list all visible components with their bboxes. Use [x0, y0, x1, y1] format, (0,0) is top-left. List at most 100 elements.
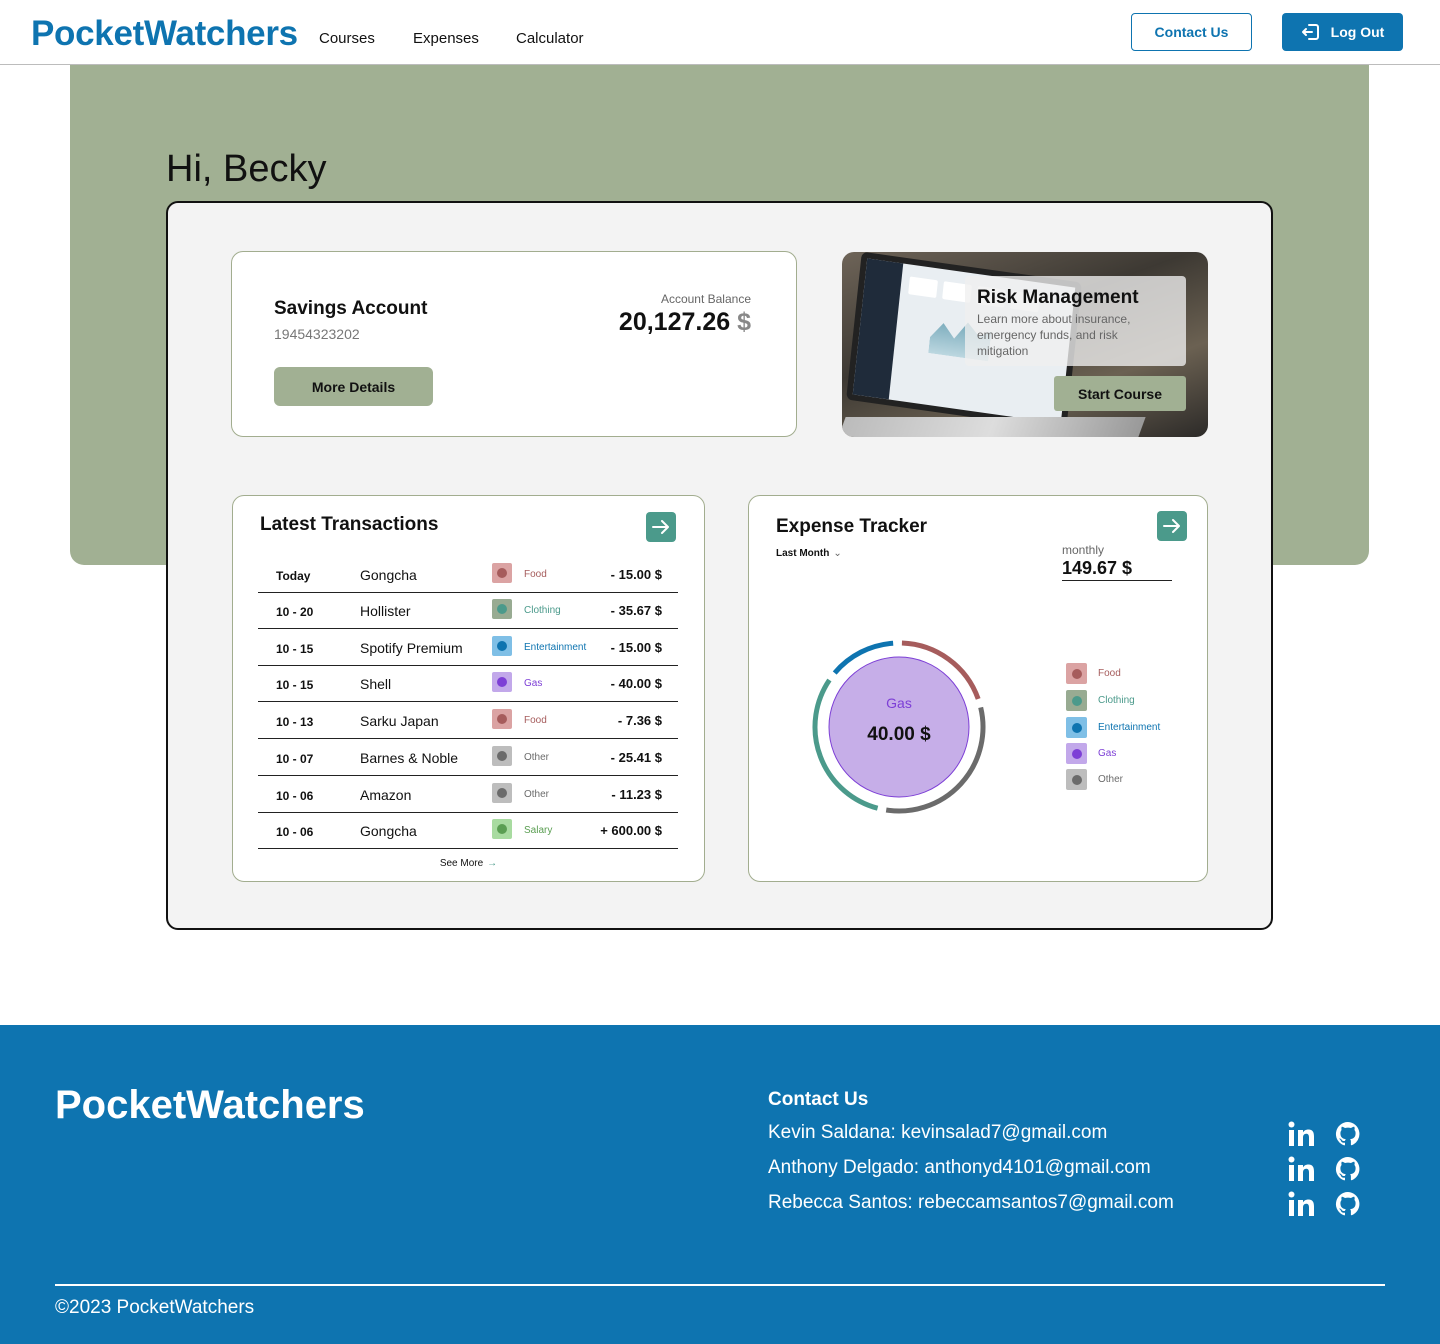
transaction-date: 10 - 13 [276, 715, 314, 729]
donut-center-value: 40.00 $ [867, 724, 931, 745]
transaction-row[interactable]: Today Gongcha Food - 15.00 $ [258, 556, 678, 593]
github-icon[interactable] [1334, 1120, 1362, 1148]
savings-title: Savings Account [274, 298, 428, 319]
transaction-name: Amazon [360, 787, 412, 803]
transaction-name: Shell [360, 676, 392, 692]
linkedin-icon[interactable] [1287, 1190, 1315, 1218]
transaction-name: Spotify Premium [360, 640, 463, 656]
logout-icon [1301, 24, 1319, 40]
transaction-row[interactable]: 10 - 20 Hollister Clothing - 35.67 $ [258, 592, 678, 629]
more-details-button[interactable]: More Details [274, 367, 433, 406]
legend-swatch [1066, 717, 1087, 738]
legend-label: Other [1098, 774, 1124, 785]
transaction-date: 10 - 06 [276, 789, 314, 803]
transaction-name: Sarku Japan [360, 713, 439, 729]
balance-value: 20,127.26 $ [619, 308, 751, 337]
legend-label: Gas [1098, 748, 1117, 759]
donut-center-label: Gas [886, 695, 912, 711]
legend-label: Food [1098, 668, 1121, 679]
transaction-category: Other [524, 752, 550, 763]
transaction-row[interactable]: 10 - 06 Amazon Other - 11.23 $ [258, 776, 678, 813]
copyright: ©2023 PocketWatchers [55, 1297, 255, 1318]
expense-tracker-card: Expense Tracker Last Month ⌄ monthly 149.… [748, 495, 1208, 882]
monthly-value: 149.67 $ [1062, 558, 1172, 581]
log-out-button[interactable]: Log Out [1282, 13, 1403, 51]
category-swatch [492, 819, 512, 839]
period-label: Last Month [776, 548, 830, 559]
transaction-category: Food [524, 715, 547, 726]
expense-donut-chart: Gas 40.00 $ [812, 640, 986, 814]
transaction-row[interactable]: 10 - 15 Spotify Premium Entertainment - 15.… [258, 629, 678, 666]
transaction-name: Barnes & Noble [360, 750, 459, 766]
risk-description: Learn more about insurance, emergency fu… [977, 312, 1131, 358]
transaction-date: 10 - 06 [276, 825, 314, 839]
savings-account-card: Savings Account 19454323202 More Details… [231, 251, 797, 437]
transaction-row[interactable]: 10 - 13 Sarku Japan Food - 7.36 $ [258, 702, 678, 739]
legend-swatch [1066, 769, 1087, 790]
greeting: Hi, Becky [166, 148, 327, 190]
transaction-date: 10 - 15 [276, 678, 314, 692]
start-course-button[interactable]: Start Course [1054, 376, 1186, 411]
arrow-right-icon [652, 520, 669, 534]
see-more-link[interactable]: See More → [233, 858, 704, 869]
transaction-date: 10 - 20 [276, 605, 314, 619]
linkedin-icon[interactable] [1287, 1155, 1315, 1183]
transaction-amount: - 11.23 $ [611, 787, 662, 802]
transaction-date: 10 - 07 [276, 752, 314, 766]
transaction-name: Gongcha [360, 567, 417, 583]
balance-amount: 20,127.26 [618, 308, 731, 336]
expense-arrow-button[interactable] [1157, 511, 1187, 541]
transactions-title: Latest Transactions [260, 514, 439, 535]
contact-us-button[interactable]: Contact Us [1131, 13, 1252, 51]
transaction-row[interactable]: 10 - 15 Shell Gas - 40.00 $ [258, 665, 678, 702]
see-more-label: See More [439, 858, 484, 869]
transaction-row[interactable]: 10 - 06 Gongcha Salary + 600.00 $ [258, 812, 678, 849]
transaction-category: Clothing [524, 605, 561, 616]
legend-swatch [1066, 690, 1087, 711]
legend-label: Entertainment [1098, 722, 1161, 733]
category-swatch [492, 672, 512, 692]
arrow-right-icon [1163, 519, 1180, 533]
transaction-amount: - 40.00 $ [610, 676, 662, 691]
transaction-amount: - 25.41 $ [610, 750, 662, 765]
transaction-date: 10 - 15 [276, 642, 314, 656]
nav-link-courses[interactable]: Courses [319, 30, 375, 47]
latest-transactions-card: Latest Transactions Today Gongcha Food - 15… [232, 495, 705, 882]
category-swatch [492, 599, 512, 619]
period-dropdown[interactable]: Last Month ⌄ [776, 548, 842, 559]
category-swatch [492, 636, 512, 656]
contact-rebecca[interactable]: Rebecca Santos: rebeccamsantos7@gmail.co… [768, 1192, 1174, 1214]
expense-tracker-title: Expense Tracker [776, 516, 928, 537]
transactions-arrow-button[interactable] [646, 512, 676, 542]
logo[interactable]: PocketWatchers [31, 14, 298, 54]
contact-kevin[interactable]: Kevin Saldana: kevinsalad7@gmail.com [768, 1122, 1107, 1144]
transaction-category: Food [524, 569, 547, 580]
transaction-category: Other [524, 789, 550, 800]
transaction-date: Today [276, 569, 311, 583]
legend-label: Clothing [1098, 695, 1135, 706]
github-icon[interactable] [1334, 1155, 1362, 1183]
risk-management-card: Risk Management Learn more about insuran… [842, 252, 1208, 437]
transaction-category: Entertainment [524, 642, 587, 653]
log-out-label: Log Out [1330, 24, 1385, 40]
transaction-amount: - 7.36 $ [617, 713, 662, 728]
account-number: 19454323202 [274, 326, 360, 342]
category-swatch [492, 746, 512, 766]
github-icon[interactable] [1334, 1190, 1362, 1218]
transaction-category: Salary [524, 825, 553, 836]
nav-link-calculator[interactable]: Calculator [516, 30, 584, 47]
footer-logo: PocketWatchers [55, 1083, 365, 1127]
monthly-label: monthly [1062, 543, 1105, 557]
contact-anthony[interactable]: Anthony Delgado: anthonyd4101@gmail.com [768, 1157, 1151, 1179]
nav-link-expenses[interactable]: Expenses [413, 30, 479, 47]
transaction-amount: - 35.67 $ [610, 603, 662, 618]
legend-swatch [1066, 663, 1087, 684]
transaction-amount: - 15.00 $ [610, 640, 662, 655]
footer-contact-title: Contact Us [768, 1089, 869, 1110]
linkedin-icon[interactable] [1287, 1120, 1315, 1148]
balance-currency: $ [737, 308, 751, 336]
transaction-amount: - 15.00 $ [610, 567, 662, 582]
arrow-right-icon: → [487, 858, 498, 869]
transaction-row[interactable]: 10 - 07 Barnes & Noble Other - 25.41 $ [258, 739, 678, 776]
top-nav: PocketWatchers Courses Expenses Calculat… [0, 0, 1440, 65]
